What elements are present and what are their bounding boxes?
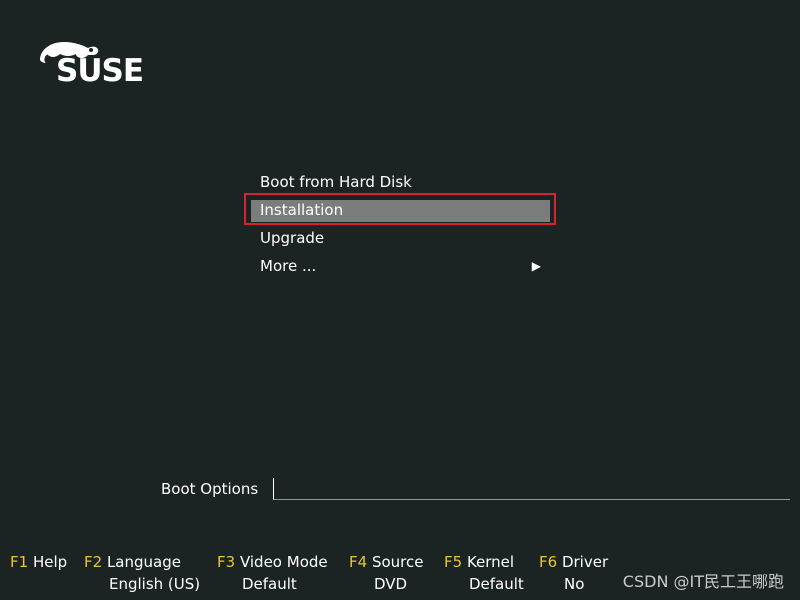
fkey-name: Help bbox=[32, 553, 68, 571]
fkey-name: Driver bbox=[561, 553, 609, 571]
fkey-source[interactable]: F4 Source DVD bbox=[349, 551, 424, 593]
fkey-key: F6 bbox=[539, 553, 558, 571]
menu-item-label: Upgrade bbox=[260, 229, 325, 247]
fkey-value: DVD bbox=[374, 575, 408, 593]
fkey-name: Kernel bbox=[466, 553, 515, 571]
fkey-key: F5 bbox=[444, 553, 463, 571]
watermark: CSDN @IT民工王哪跑 bbox=[622, 572, 784, 591]
menu-item-installation[interactable]: Installation bbox=[245, 198, 555, 226]
fkey-video-mode[interactable]: F3 Video Mode Default bbox=[217, 551, 328, 593]
logo-text: SUSE bbox=[56, 53, 144, 89]
menu-item-label: More ... bbox=[260, 257, 317, 275]
suse-logo: SUSE bbox=[38, 36, 148, 92]
fkey-value: English (US) bbox=[109, 575, 201, 593]
fkey-value: Default bbox=[242, 575, 297, 593]
submenu-arrow-icon: ▶ bbox=[531, 259, 541, 273]
fkey-value: Default bbox=[469, 575, 524, 593]
menu-item-upgrade[interactable]: Upgrade bbox=[245, 226, 555, 254]
boot-options-label: Boot Options bbox=[161, 480, 259, 498]
fkey-key: F2 bbox=[84, 553, 103, 571]
fkey-name: Video Mode bbox=[239, 553, 328, 571]
fkey-kernel[interactable]: F5 Kernel Default bbox=[444, 551, 524, 593]
fkey-value: No bbox=[564, 575, 585, 593]
boot-menu: Boot from Hard Disk Installation Upgrade… bbox=[245, 170, 555, 282]
boot-options-input[interactable] bbox=[273, 478, 790, 500]
fkey-help[interactable]: F1 Help bbox=[10, 551, 67, 573]
fkey-language[interactable]: F2 Language English (US) bbox=[84, 551, 200, 593]
fkey-driver[interactable]: F6 Driver No bbox=[539, 551, 609, 593]
menu-item-label: Boot from Hard Disk bbox=[260, 173, 412, 191]
fkey-name: Source bbox=[371, 553, 424, 571]
menu-item-more[interactable]: More ... ▶ bbox=[245, 254, 555, 282]
fkey-key: F4 bbox=[349, 553, 368, 571]
menu-item-boot-hard-disk[interactable]: Boot from Hard Disk bbox=[245, 170, 555, 198]
fkey-key: F3 bbox=[217, 553, 236, 571]
fkey-name: Language bbox=[106, 553, 181, 571]
fkey-key: F1 bbox=[10, 553, 29, 571]
menu-item-label: Installation bbox=[260, 201, 344, 219]
